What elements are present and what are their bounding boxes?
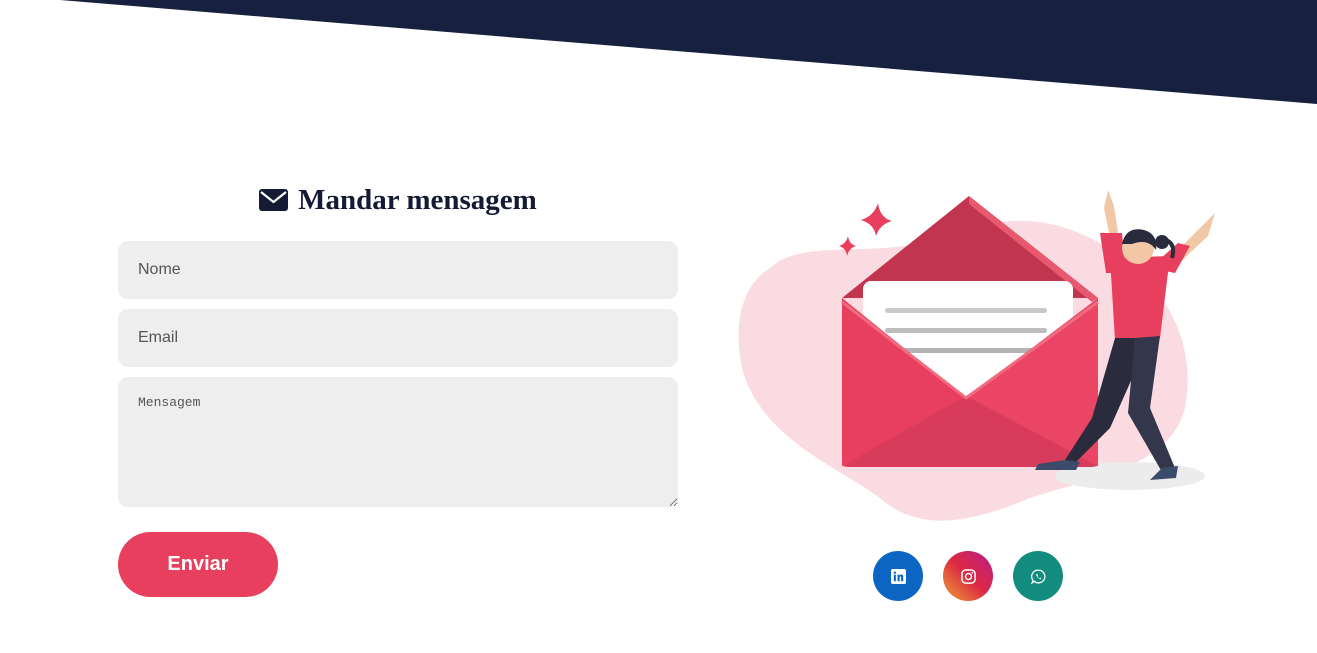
message-textarea[interactable] (118, 377, 678, 507)
linkedin-button[interactable] (873, 551, 923, 601)
contact-page: Mandar mensagem Enviar (0, 0, 1317, 653)
mail-illustration (738, 190, 1215, 521)
instagram-icon (960, 568, 976, 584)
letter-line-2 (885, 328, 1047, 333)
instagram-button[interactable] (943, 551, 993, 601)
contact-form: Mandar mensagem Enviar (118, 180, 678, 597)
email-input[interactable] (118, 309, 678, 367)
form-title-text: Mandar mensagem (298, 183, 537, 216)
social-links (873, 551, 1063, 601)
whatsapp-icon (1030, 568, 1046, 584)
name-input[interactable] (118, 241, 678, 299)
top-diagonal-band (0, 0, 1317, 104)
letter-line-1 (885, 308, 1047, 313)
send-button[interactable]: Enviar (118, 532, 278, 597)
whatsapp-button[interactable] (1013, 551, 1063, 601)
form-title: Mandar mensagem (118, 180, 678, 220)
linkedin-icon (890, 568, 906, 584)
sparkle-large (861, 203, 892, 236)
envelope-icon (259, 189, 289, 211)
